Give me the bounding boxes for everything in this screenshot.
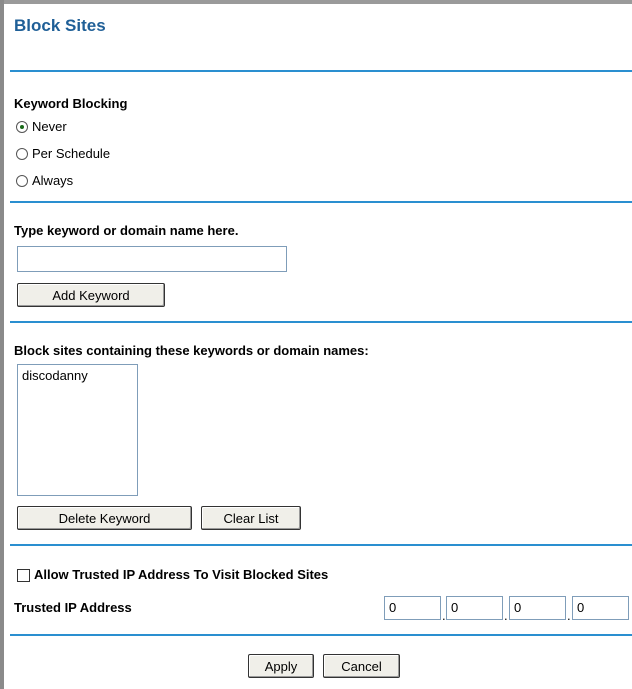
section-divider: [10, 321, 632, 323]
keyword-input[interactable]: [17, 246, 287, 272]
section-divider: [10, 201, 632, 203]
radio-always-row[interactable]: Always: [16, 173, 73, 188]
keyword-prompt: Type keyword or domain name here.: [14, 223, 239, 238]
clear-list-button[interactable]: Clear List: [201, 506, 301, 530]
radio-never-label: Never: [32, 119, 67, 134]
delete-keyword-button[interactable]: Delete Keyword: [17, 506, 192, 530]
block-list-heading: Block sites containing these keywords or…: [14, 343, 369, 358]
radio-always-label: Always: [32, 173, 74, 188]
ip-separator: .: [567, 608, 571, 623]
radio-never-row[interactable]: Never: [16, 119, 67, 134]
cancel-button[interactable]: Cancel: [323, 654, 400, 678]
list-item[interactable]: discodanny: [22, 368, 133, 383]
section-divider: [10, 70, 632, 72]
ip-octet-4[interactable]: 0: [572, 596, 629, 620]
ip-octet-2[interactable]: 0: [446, 596, 503, 620]
window-top-border: [0, 0, 632, 4]
ip-separator: .: [504, 608, 508, 623]
radio-per-schedule-label: Per Schedule: [32, 146, 111, 161]
apply-button[interactable]: Apply: [248, 654, 314, 678]
ip-octet-1[interactable]: 0: [384, 596, 441, 620]
blocked-keywords-list[interactable]: discodanny: [17, 364, 138, 496]
radio-always[interactable]: [16, 174, 28, 187]
page-title: Block Sites: [14, 16, 106, 35]
trusted-ip-label: Trusted IP Address: [14, 600, 132, 615]
radio-per-schedule[interactable]: [16, 147, 28, 160]
section-divider: [10, 634, 632, 636]
allow-trusted-ip-label: Allow Trusted IP Address To Visit Blocke…: [34, 567, 329, 582]
allow-trusted-ip-checkbox[interactable]: [17, 569, 30, 582]
radio-per-schedule-row[interactable]: Per Schedule: [16, 146, 110, 161]
section-divider: [10, 544, 632, 546]
add-keyword-button[interactable]: Add Keyword: [17, 283, 165, 307]
radio-never[interactable]: [16, 120, 28, 133]
keyword-blocking-heading: Keyword Blocking: [14, 96, 128, 111]
window-left-border: [0, 0, 4, 689]
ip-octet-3[interactable]: 0: [509, 596, 566, 620]
